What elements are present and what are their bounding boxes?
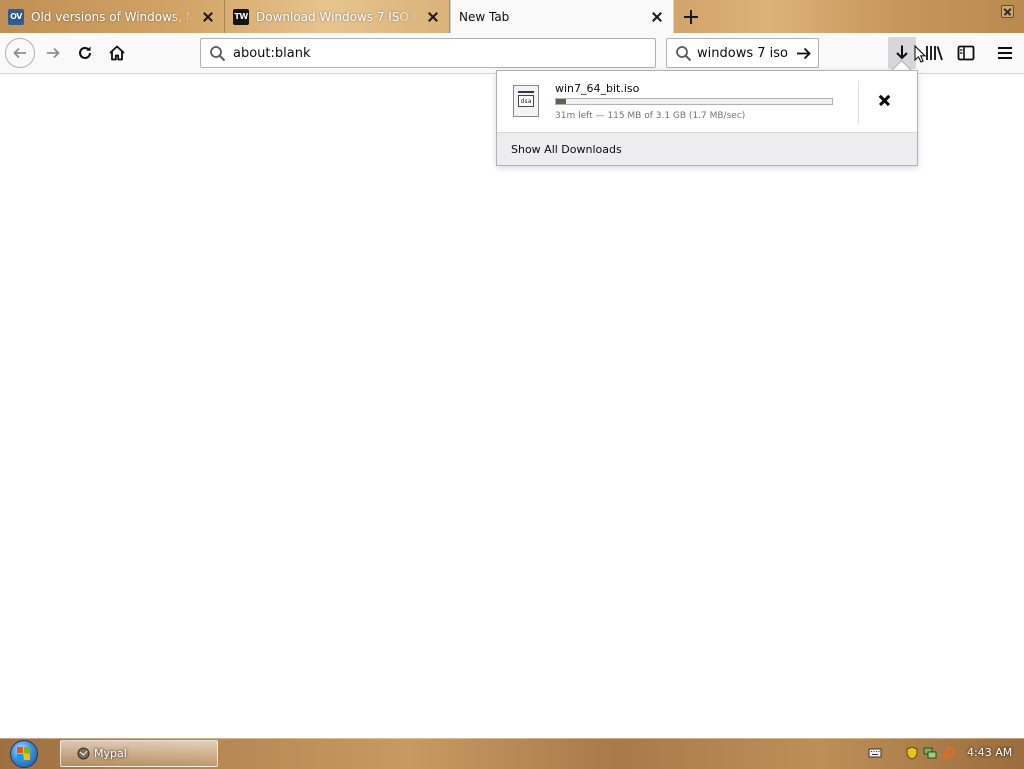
network-tray-icon[interactable]	[923, 746, 937, 760]
sidebar-icon	[957, 45, 975, 61]
home-icon	[109, 45, 125, 61]
iso-file-icon: dsa	[513, 85, 539, 117]
library-button[interactable]	[920, 39, 948, 67]
tab-title: Download Windows 7 ISO File	[256, 9, 419, 24]
tab-title: New Tab	[459, 9, 510, 24]
divider	[858, 81, 859, 125]
library-icon	[926, 46, 943, 61]
taskbar-app-mypal[interactable]: Mypal	[60, 740, 218, 767]
reload-button[interactable]	[71, 39, 99, 67]
start-button[interactable]	[10, 740, 38, 768]
taskbar-app-label: Mypal	[94, 747, 127, 760]
hamburger-menu-icon	[998, 47, 1012, 59]
url-text[interactable]: about:blank	[233, 46, 311, 61]
tab-download-windows[interactable]: TW Download Windows 7 ISO File	[225, 0, 450, 33]
url-bar[interactable]: about:blank	[200, 38, 656, 68]
search-text[interactable]: windows 7 iso	[697, 46, 788, 61]
tw-favicon-icon: TW	[233, 8, 249, 25]
progress-fill	[556, 99, 566, 104]
home-button[interactable]	[103, 39, 131, 67]
reload-icon	[79, 46, 91, 59]
back-button[interactable]	[5, 38, 35, 68]
download-progress-bar	[555, 98, 833, 105]
shield-tray-icon[interactable]	[905, 746, 919, 760]
navigation-toolbar: about:blank windows 7 iso	[0, 33, 1024, 74]
cancel-download-icon[interactable]	[877, 92, 893, 108]
search-icon	[676, 46, 692, 62]
mypal-app-icon	[77, 747, 90, 760]
show-all-downloads-button[interactable]: Show All Downloads	[497, 132, 917, 165]
taskbar-clock: 4:43 AM	[967, 746, 1013, 759]
close-icon[interactable]	[200, 9, 216, 25]
tab-old-versions[interactable]: OV Old versions of Windows, Mac	[0, 0, 225, 33]
search-bar[interactable]: windows 7 iso	[666, 38, 819, 68]
forward-button[interactable]	[39, 39, 67, 67]
tab-title: Old versions of Windows, Mac	[31, 9, 194, 24]
close-icon[interactable]	[425, 9, 441, 25]
search-tray-icon[interactable]	[942, 746, 956, 760]
close-icon[interactable]	[649, 9, 665, 25]
keyboard-tray-icon[interactable]	[868, 746, 882, 760]
search-go-arrow-icon[interactable]	[795, 45, 812, 62]
ov-favicon-icon: OV	[8, 8, 24, 25]
download-item[interactable]: dsa win7_64_bit.iso 31m left — 115 MB of…	[497, 71, 917, 132]
show-all-downloads-label: Show All Downloads	[511, 143, 622, 156]
download-arrow-icon	[896, 45, 908, 60]
download-filename: win7_64_bit.iso	[555, 82, 640, 95]
back-arrow-icon	[13, 47, 26, 59]
download-status: 31m left — 115 MB of 3.1 GB (1.7 MB/sec)	[555, 111, 746, 121]
windows-logo-icon	[17, 747, 31, 761]
new-tab-plus-icon[interactable]	[681, 7, 701, 27]
tab-new-tab[interactable]: New Tab	[450, 0, 674, 33]
downloads-panel: dsa win7_64_bit.iso 31m left — 115 MB of…	[496, 70, 918, 166]
menu-button[interactable]	[991, 39, 1019, 67]
search-icon	[210, 46, 226, 62]
sidebar-button[interactable]	[952, 39, 980, 67]
window-close-icon[interactable]	[1001, 5, 1014, 18]
forward-arrow-icon	[47, 47, 60, 59]
